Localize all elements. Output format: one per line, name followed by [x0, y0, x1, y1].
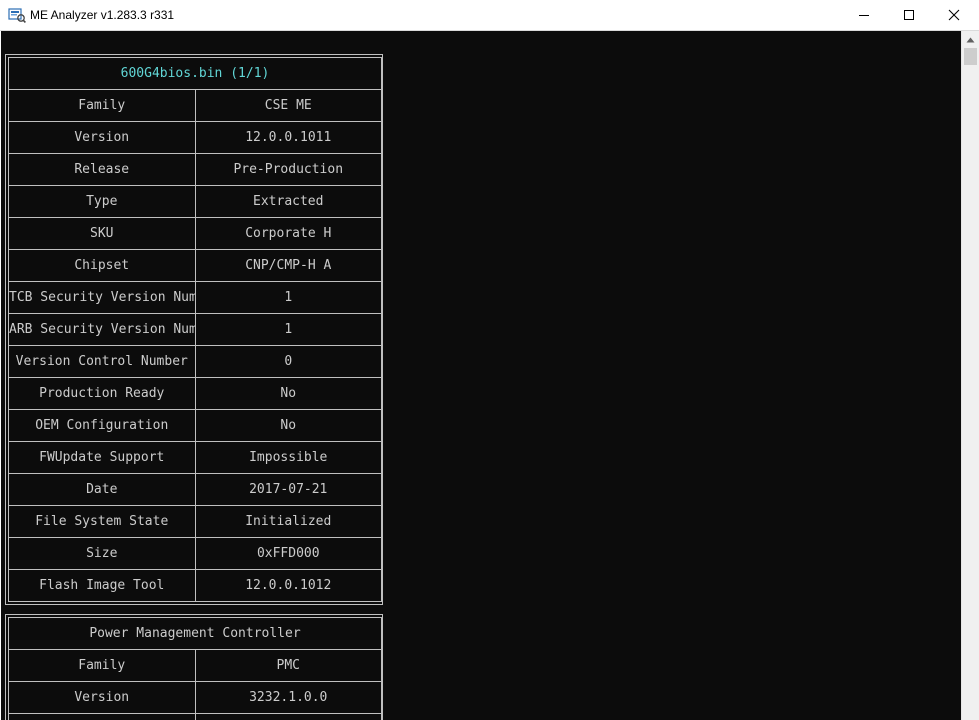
row-key: Size	[8, 537, 196, 570]
title-bar: ME Analyzer v1.283.3 r331	[0, 0, 979, 31]
row-value: No	[194, 409, 382, 442]
minimize-button[interactable]	[841, 0, 887, 30]
table-row: Type Extracted	[8, 185, 382, 218]
row-value: 12.0.0.1011	[194, 121, 382, 154]
maximize-icon	[904, 10, 914, 20]
row-key: Chipset	[8, 249, 196, 282]
vertical-scrollbar[interactable]	[961, 31, 979, 720]
table-row: Version 3232.1.0.0	[8, 681, 382, 714]
pmc-info-table: Power Management Controller Family PMC V…	[5, 614, 383, 720]
row-key: Family	[8, 89, 196, 122]
me-analyzer-app-icon	[8, 8, 26, 23]
row-key: SKU	[8, 217, 196, 250]
table-row: FWUpdate Support Impossible	[8, 441, 382, 474]
table-row: Release Pre-Production	[8, 153, 382, 186]
row-value: PMC	[194, 649, 382, 682]
row-key: Family	[8, 649, 196, 682]
row-value: Corporate H	[194, 217, 382, 250]
table-row: Flash Image Tool 12.0.0.1012	[8, 569, 382, 602]
table-row: Date 2017-07-21	[8, 473, 382, 506]
pmc-header: Power Management Controller	[8, 617, 382, 650]
table-row: OEM Configuration No	[8, 409, 382, 442]
scroll-thumb[interactable]	[964, 48, 977, 65]
maximize-button[interactable]	[886, 0, 932, 30]
table-row: Version 12.0.0.1011	[8, 121, 382, 154]
row-value: 1	[194, 313, 382, 346]
row-key: Flash Image Tool	[8, 569, 196, 602]
row-value: 12.0.0.1012	[194, 569, 382, 602]
table-row: SKU Corporate H	[8, 217, 382, 250]
row-key	[8, 713, 196, 720]
table-row: File System State Initialized	[8, 505, 382, 538]
row-value: CSE ME	[194, 89, 382, 122]
scroll-up-button[interactable]	[962, 31, 979, 48]
row-key: Release	[8, 153, 196, 186]
row-value: Impossible	[194, 441, 382, 474]
table-row: Production Ready No	[8, 377, 382, 410]
row-value: Pre-Production	[194, 153, 382, 186]
table-row: Family PMC	[8, 649, 382, 682]
firmware-info-table: 600G4bios.bin (1/1) Family CSE ME Versio…	[5, 54, 383, 605]
row-value	[194, 713, 382, 720]
row-key: File System State	[8, 505, 196, 538]
firmware-file-header: 600G4bios.bin (1/1)	[8, 57, 382, 90]
minimize-icon	[859, 15, 869, 16]
table-row: Chipset CNP/CMP-H A	[8, 249, 382, 282]
row-key: Version Control Number	[8, 345, 196, 378]
row-value: 0	[194, 345, 382, 378]
row-key: Production Ready	[8, 377, 196, 410]
row-key: Version	[8, 121, 196, 154]
row-value: 3232.1.0.0	[194, 681, 382, 714]
row-key: Type	[8, 185, 196, 218]
scroll-up-arrow-icon	[966, 37, 975, 42]
row-value: Extracted	[194, 185, 382, 218]
row-value: CNP/CMP-H A	[194, 249, 382, 282]
table-row	[8, 713, 382, 720]
row-key: TCB Security Version Number	[8, 281, 196, 314]
close-button[interactable]	[931, 0, 977, 30]
close-icon	[948, 9, 960, 21]
row-key: FWUpdate Support	[8, 441, 196, 474]
console-output[interactable]: 600G4bios.bin (1/1) Family CSE ME Versio…	[1, 31, 961, 720]
row-value: 2017-07-21	[194, 473, 382, 506]
table-row: Version Control Number 0	[8, 345, 382, 378]
row-value: No	[194, 377, 382, 410]
row-key: Date	[8, 473, 196, 506]
row-value: 1	[194, 281, 382, 314]
table-row: TCB Security Version Number 1	[8, 281, 382, 314]
table-row: Size 0xFFD000	[8, 537, 382, 570]
window-title: ME Analyzer v1.283.3 r331	[30, 8, 175, 22]
table-row: ARB Security Version Number 1	[8, 313, 382, 346]
row-key: Version	[8, 681, 196, 714]
row-value: 0xFFD000	[194, 537, 382, 570]
row-key: OEM Configuration	[8, 409, 196, 442]
row-value: Initialized	[194, 505, 382, 538]
row-key: ARB Security Version Number	[8, 313, 196, 346]
table-row: Family CSE ME	[8, 89, 382, 122]
